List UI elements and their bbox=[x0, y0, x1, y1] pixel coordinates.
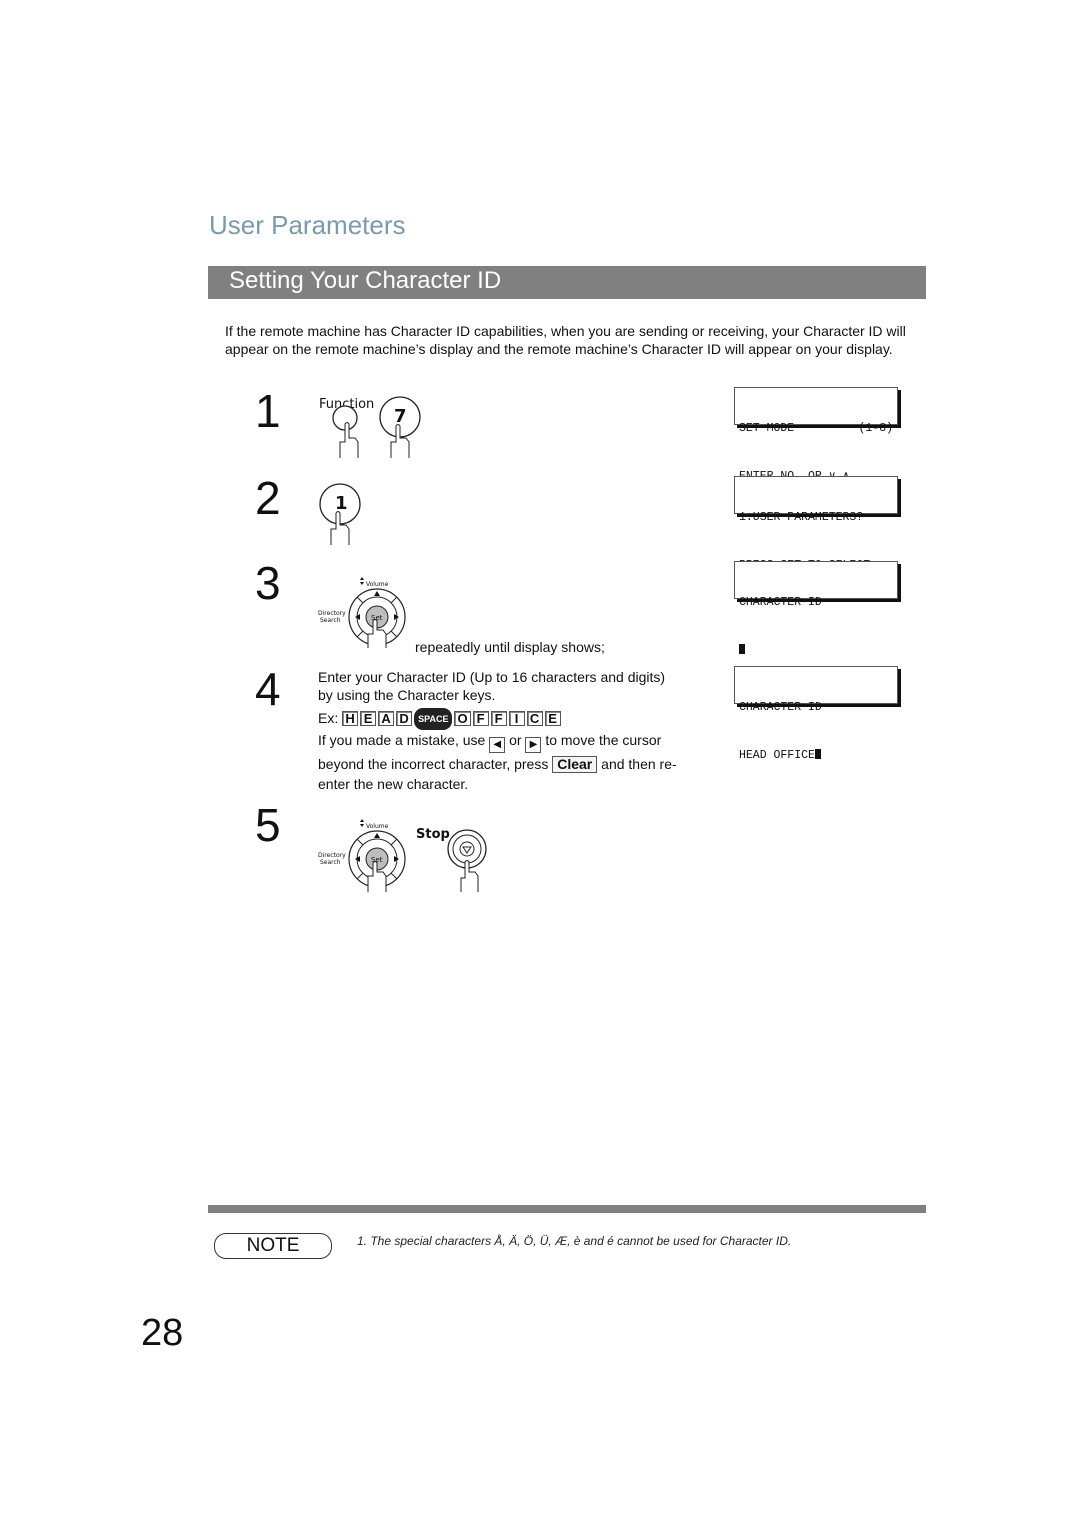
set-navigation-pad[interactable]: Volume Directory Search Set bbox=[316, 818, 412, 892]
volume-label: Volume bbox=[366, 581, 389, 588]
mistake-text: and then re- bbox=[601, 756, 677, 772]
section-title: User Parameters bbox=[209, 210, 406, 240]
right-arrow-key-icon: ▶ bbox=[525, 737, 542, 753]
lcd-display-step-1: SET MODE(1-8) ENTER NO. OR ∨ ∧ bbox=[734, 387, 898, 483]
directory-label: Directory bbox=[318, 852, 346, 859]
or-text: or bbox=[509, 732, 522, 748]
lcd-line-1: CHARACTER ID bbox=[739, 701, 822, 714]
volume-up-icon bbox=[360, 577, 364, 580]
mistake-text: beyond the incorrect character, press bbox=[318, 756, 549, 772]
mistake-text: If you made a mistake, use bbox=[318, 732, 486, 748]
key-a: A bbox=[378, 711, 395, 726]
volume-down-icon bbox=[360, 582, 364, 585]
key-f: F bbox=[490, 711, 507, 726]
step-3-instruction: repeatedly until display shows; bbox=[415, 639, 605, 655]
key-d: D bbox=[396, 711, 413, 726]
stop-button[interactable] bbox=[444, 826, 492, 892]
lcd-cursor bbox=[814, 749, 821, 759]
function-button[interactable] bbox=[328, 400, 368, 458]
mistake-text: to move the cursor bbox=[545, 732, 662, 748]
directory-label: Directory bbox=[318, 610, 346, 617]
page-number: 28 bbox=[141, 1312, 184, 1354]
volume-up-icon bbox=[360, 819, 364, 822]
example-prefix: Ex: bbox=[318, 710, 339, 726]
note-badge: NOTE bbox=[214, 1233, 332, 1259]
key-c: C bbox=[526, 711, 543, 726]
step-5-number: 5 bbox=[255, 799, 281, 851]
step-2-number: 2 bbox=[255, 472, 281, 524]
step-4-instruction-line-2: by using the Character keys. bbox=[318, 687, 496, 703]
volume-down-icon bbox=[360, 824, 364, 827]
key-e: E bbox=[360, 711, 377, 726]
lcd-range: (1-8) bbox=[858, 422, 893, 435]
step-4-instruction-line-1: Enter your Character ID (Up to 16 charac… bbox=[318, 669, 666, 685]
search-label: Search bbox=[320, 617, 341, 624]
page-title: Setting Your Character ID bbox=[229, 267, 502, 294]
volume-label: Volume bbox=[366, 823, 389, 830]
key-f: F bbox=[472, 711, 489, 726]
lcd-line-2 bbox=[739, 643, 893, 659]
set-navigation-pad[interactable]: Volume Directory Search Set bbox=[316, 576, 412, 648]
intro-paragraph: If the remote machine has Character ID c… bbox=[225, 323, 906, 357]
digit-1-label: 1 bbox=[335, 493, 348, 514]
key-o: O bbox=[454, 711, 471, 726]
example-row: Ex: H E A D SPACE O F F I C E bbox=[318, 708, 563, 730]
mistake-line-2: beyond the incorrect character, press Cl… bbox=[318, 755, 677, 773]
lcd-display-step-4: CHARACTER ID HEAD OFFICE bbox=[734, 666, 898, 762]
mistake-line-1: If you made a mistake, use ◀ or ▶ to mov… bbox=[318, 731, 661, 753]
page-title-bar: Setting Your Character ID bbox=[208, 266, 926, 299]
key-space: SPACE bbox=[414, 708, 453, 730]
digit-7-label: 7 bbox=[394, 406, 407, 427]
mistake-line-3: enter the new character. bbox=[318, 776, 469, 792]
step-3-number: 3 bbox=[255, 557, 281, 609]
lcd-line-1: 1:USER PARAMETERS? bbox=[739, 511, 864, 524]
lcd-display-step-2: 1:USER PARAMETERS? PRESS SET TO SELECT bbox=[734, 476, 898, 572]
lcd-display-step-3: CHARACTER ID bbox=[734, 561, 898, 654]
key-h: H bbox=[342, 711, 359, 726]
key-e: E bbox=[544, 711, 561, 726]
search-label: Search bbox=[320, 859, 341, 866]
step-4-number: 4 bbox=[255, 663, 281, 715]
lcd-line-2: HEAD OFFICE bbox=[739, 749, 815, 762]
lcd-line-1: SET MODE bbox=[739, 422, 795, 435]
note-text: 1. The special characters Å, Ä, Ö, Ü, Æ,… bbox=[357, 1234, 792, 1248]
clear-key: Clear bbox=[552, 756, 598, 773]
step-1-number: 1 bbox=[255, 385, 281, 437]
separator-bar bbox=[208, 1205, 926, 1213]
lcd-cursor bbox=[739, 644, 745, 654]
lcd-line-1: CHARACTER ID bbox=[739, 596, 822, 609]
lcd-line-2-wrap: HEAD OFFICE bbox=[739, 748, 893, 764]
key-i: I bbox=[508, 711, 525, 726]
left-arrow-key-icon: ◀ bbox=[489, 737, 506, 753]
